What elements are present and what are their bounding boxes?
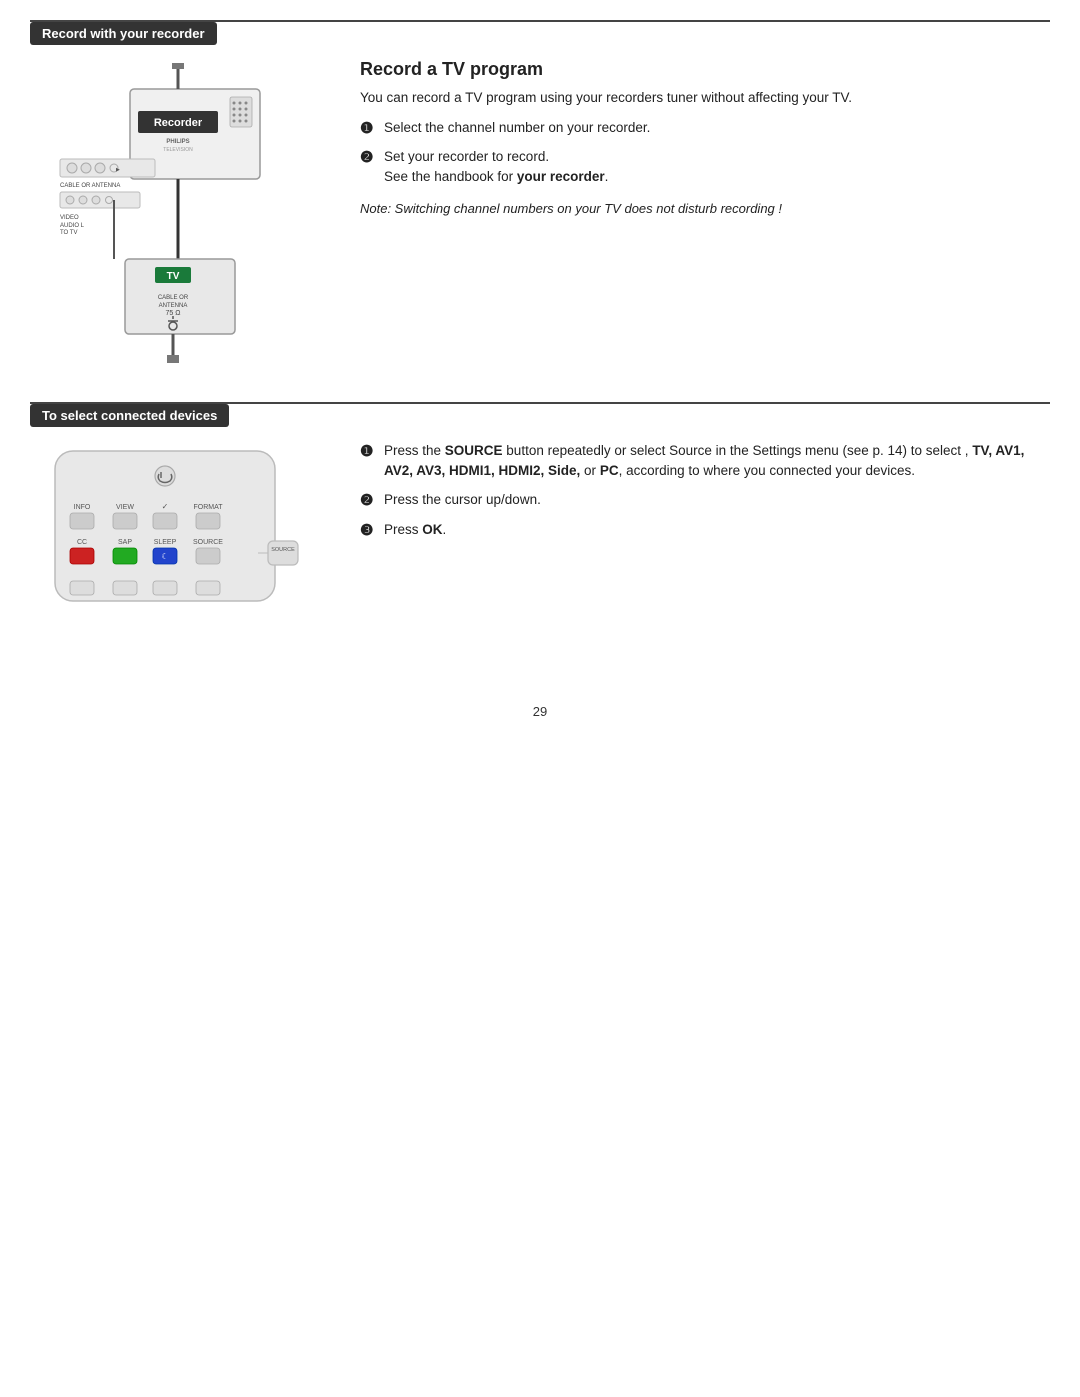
section2-header: To select connected devices xyxy=(30,404,229,427)
section-select-devices: To select connected devices INFO VIEW ✓ xyxy=(30,402,1050,664)
svg-text:SOURCE: SOURCE xyxy=(193,539,223,546)
svg-text:CABLE OR: CABLE OR xyxy=(158,295,189,301)
svg-text:ANTENNA: ANTENNA xyxy=(159,303,188,309)
svg-text:INFO: INFO xyxy=(74,504,91,511)
svg-text:TV: TV xyxy=(167,271,180,282)
source-step2-num: ❷ xyxy=(360,490,378,513)
svg-text:CC: CC xyxy=(77,539,87,546)
recorder-diagram: Recorder PHILIPS xyxy=(30,59,330,382)
svg-text:✓: ✓ xyxy=(162,502,169,511)
step1-text: Select the channel number on your record… xyxy=(384,118,650,138)
svg-text:TELEVISION: TELEVISION xyxy=(163,147,193,153)
source-step2-text: Press the cursor up/down. xyxy=(384,490,541,510)
section1-header: Record with your recorder xyxy=(30,22,217,45)
svg-text:SLEEP: SLEEP xyxy=(154,539,177,546)
step1-num: ❶ xyxy=(360,118,378,141)
source-step1-num: ❶ xyxy=(360,441,378,464)
remote-diagram: INFO VIEW ✓ FORMAT CC SAP SLEEP SOURCE xyxy=(30,441,330,664)
svg-text:AUDIO L: AUDIO L xyxy=(60,223,85,229)
svg-text:FORMAT: FORMAT xyxy=(193,504,223,511)
svg-text:75 Ω: 75 Ω xyxy=(166,310,181,317)
step2-num: ❷ xyxy=(360,147,378,170)
svg-text:VIDEO: VIDEO xyxy=(60,215,79,221)
section1-intro: You can record a TV program using your r… xyxy=(360,88,1050,108)
record-tv-title: Record a TV program xyxy=(360,59,1050,80)
recorder-diagram-svg: Recorder PHILIPS xyxy=(30,59,310,379)
svg-text:SAP: SAP xyxy=(118,539,132,546)
section2-text: ❶ Press the SOURCE button repeatedly or … xyxy=(360,441,1050,551)
source-step3-num: ❸ xyxy=(360,520,378,543)
svg-text:TO TV: TO TV xyxy=(60,230,77,236)
page-number: 29 xyxy=(30,704,1050,719)
source-step1: ❶ Press the SOURCE button repeatedly or … xyxy=(360,441,1050,482)
step2-text: Set your recorder to record.See the hand… xyxy=(384,147,608,188)
step1: ❶ Select the channel number on your reco… xyxy=(360,118,1050,141)
svg-text:VIEW: VIEW xyxy=(116,504,134,511)
svg-text:Recorder: Recorder xyxy=(154,117,203,129)
source-step3-text: Press OK. xyxy=(384,520,446,540)
svg-text:SOURCE: SOURCE xyxy=(271,547,295,553)
svg-text:☾: ☾ xyxy=(161,552,168,561)
source-step3: ❸ Press OK. xyxy=(360,520,1050,543)
svg-text:▶: ▶ xyxy=(116,167,120,173)
svg-text:PHILIPS: PHILIPS xyxy=(166,139,189,145)
remote-diagram-svg: INFO VIEW ✓ FORMAT CC SAP SLEEP SOURCE xyxy=(30,441,310,661)
source-step1-text: Press the SOURCE button repeatedly or se… xyxy=(384,441,1050,482)
section-record: Record with your recorder Recorder xyxy=(30,20,1050,382)
note-text: Note: Switching channel numbers on your … xyxy=(360,199,1050,219)
step2: ❷ Set your recorder to record.See the ha… xyxy=(360,147,1050,188)
source-step2: ❷ Press the cursor up/down. xyxy=(360,490,1050,513)
svg-text:CABLE OR ANTENNA: CABLE OR ANTENNA xyxy=(60,183,120,189)
section1-text: Record a TV program You can record a TV … xyxy=(360,59,1050,382)
